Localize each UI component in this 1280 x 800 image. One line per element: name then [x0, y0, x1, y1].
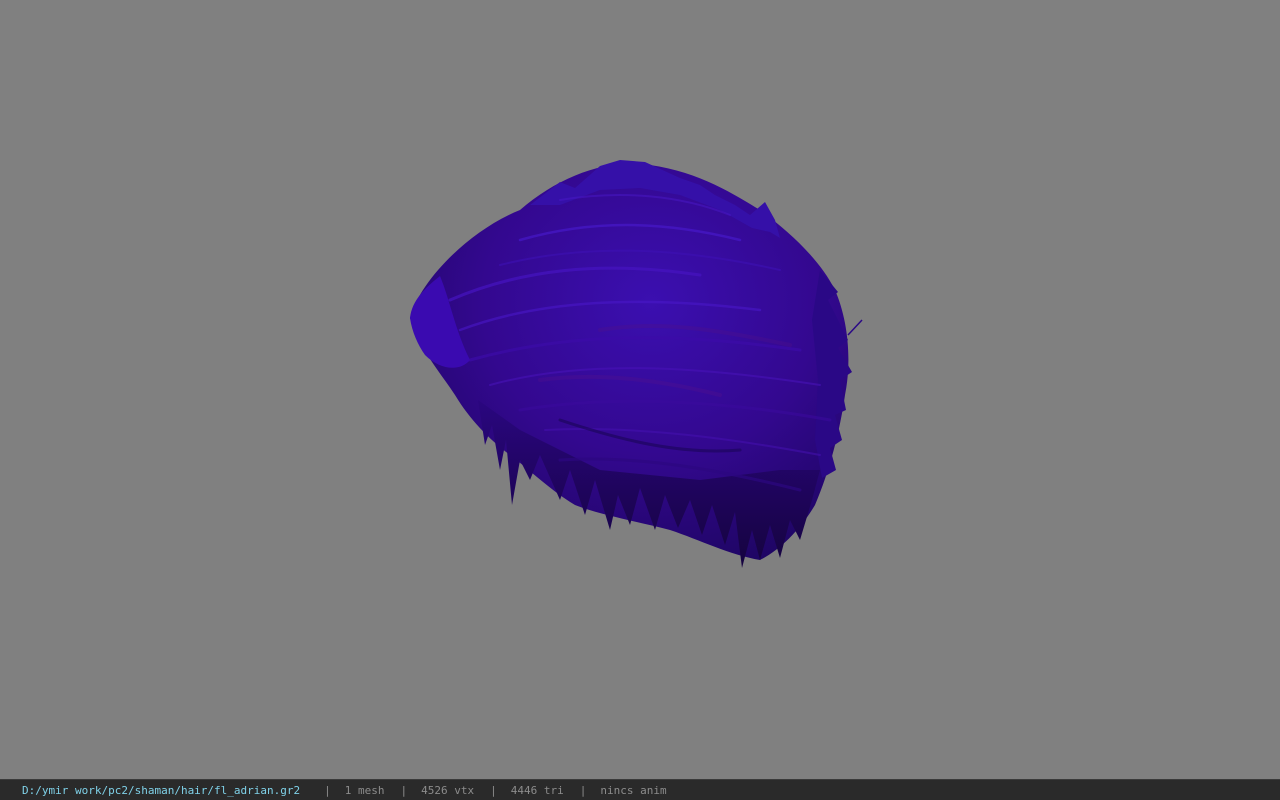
status-bar: D:/ymir work/pc2/shaman/hair/fl_adrian.g… [0, 779, 1280, 800]
separator: | [400, 783, 408, 797]
stray-strand [847, 319, 863, 336]
separator: | [579, 783, 587, 797]
file-path: D:/ymir work/pc2/shaman/hair/fl_adrian.g… [22, 783, 301, 797]
3d-viewport[interactable] [0, 0, 1280, 779]
mesh-count: 1 mesh [344, 783, 385, 797]
hair-model-render[interactable] [0, 0, 1280, 779]
separator: | [490, 783, 497, 797]
separator: | [324, 783, 331, 797]
animation-status: nincs anim [600, 783, 667, 797]
vertex-count: 4526 vtx [421, 783, 475, 797]
triangle-count: 4446 tri [510, 783, 564, 797]
